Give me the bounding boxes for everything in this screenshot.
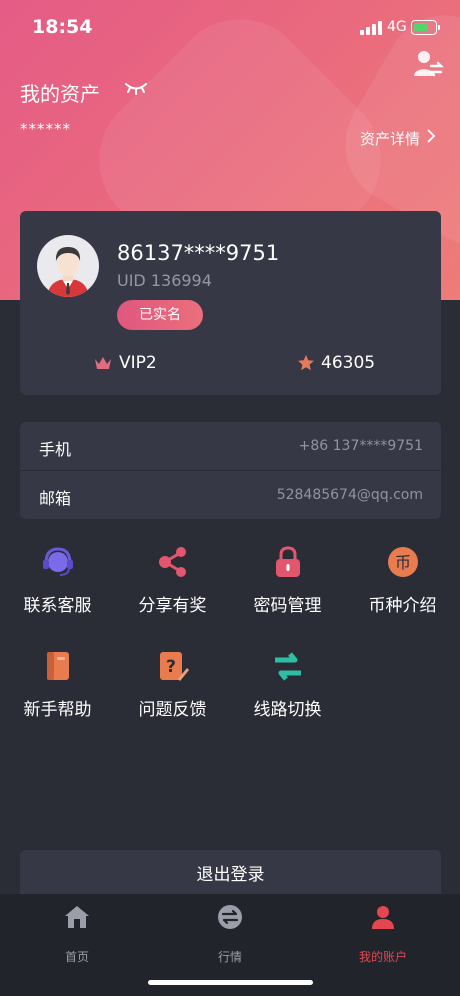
menu-label: 线路切换 bbox=[253, 700, 322, 720]
book-icon bbox=[47, 652, 69, 680]
tab-label: 行情 bbox=[217, 950, 242, 964]
info-value: 528485674@qq.com bbox=[276, 487, 423, 503]
switch-account-icon[interactable] bbox=[412, 48, 444, 80]
battery-icon bbox=[411, 20, 437, 35]
chevron-right-icon bbox=[427, 129, 436, 143]
verified-badge: 已实名 bbox=[117, 300, 203, 330]
info-row-phone[interactable]: 手机 +86 137****9751 bbox=[20, 422, 441, 470]
menu-item-feedback[interactable]: ? 问题反馈 bbox=[115, 649, 230, 739]
network-type: 4G bbox=[387, 19, 407, 35]
tab-my-account[interactable]: 我的账户 bbox=[306, 904, 460, 964]
avatar[interactable] bbox=[37, 235, 99, 297]
exchange-icon bbox=[218, 905, 242, 929]
points-value: 46305 bbox=[321, 353, 376, 373]
page-title: 我的资产 bbox=[20, 82, 100, 106]
menu-item-customer-service[interactable]: 联系客服 bbox=[0, 545, 115, 635]
asset-detail-link[interactable]: 资产详情 bbox=[360, 128, 436, 149]
headset-icon bbox=[43, 547, 73, 576]
asset-detail-label: 资产详情 bbox=[360, 130, 421, 148]
menu-label: 联系客服 bbox=[23, 596, 92, 616]
tab-label: 首页 bbox=[64, 950, 89, 964]
home-indicator bbox=[148, 980, 313, 985]
signal-icon bbox=[360, 21, 382, 35]
hidden-balance: ****** bbox=[20, 120, 71, 138]
menu-item-share-reward[interactable]: 分享有奖 bbox=[115, 545, 230, 635]
battery-cap bbox=[438, 25, 440, 30]
vip-level-label: VIP2 bbox=[119, 353, 157, 373]
svg-text:?: ? bbox=[166, 657, 176, 677]
switch-line-icon bbox=[275, 652, 301, 681]
menu-item-password[interactable]: 密码管理 bbox=[230, 545, 345, 635]
feedback-icon: ? bbox=[160, 652, 189, 681]
menu-label: 新手帮助 bbox=[23, 700, 92, 720]
svg-text:币: 币 bbox=[395, 553, 411, 572]
home-icon bbox=[65, 906, 89, 928]
contact-info-list: 手机 +86 137****9751 邮箱 528485674@qq.com bbox=[20, 422, 441, 519]
info-row-email[interactable]: 邮箱 528485674@qq.com bbox=[20, 471, 441, 519]
menu-label: 问题反馈 bbox=[138, 700, 207, 720]
status-bar: 18:54 4G bbox=[0, 0, 460, 56]
info-label: 手机 bbox=[39, 440, 72, 459]
tab-home[interactable]: 首页 bbox=[0, 904, 154, 964]
status-time: 18:54 bbox=[32, 16, 93, 38]
menu-label: 分享有奖 bbox=[138, 596, 207, 616]
currency-icon: 币 bbox=[388, 547, 418, 577]
account-icon bbox=[372, 906, 394, 929]
account-phone: 86137****9751 bbox=[117, 241, 280, 265]
user-id: UID 136994 bbox=[117, 271, 212, 290]
tab-label: 我的账户 bbox=[358, 950, 407, 964]
info-value: +86 137****9751 bbox=[298, 438, 423, 454]
eye-closed-icon[interactable] bbox=[124, 78, 148, 98]
info-label: 邮箱 bbox=[39, 489, 72, 508]
menu-item-currency-intro[interactable]: 币 币种介绍 bbox=[345, 545, 460, 635]
profile-card: 86137****9751 UID 136994 已实名 VIP2 46305 bbox=[20, 211, 441, 395]
lock-icon bbox=[276, 546, 300, 577]
tab-market[interactable]: 行情 bbox=[153, 904, 307, 964]
menu-item-switch-line[interactable]: 线路切换 bbox=[230, 649, 345, 739]
menu-label: 密码管理 bbox=[253, 596, 322, 616]
menu-label: 币种介绍 bbox=[368, 596, 437, 616]
crown-icon bbox=[95, 357, 111, 369]
star-icon bbox=[298, 355, 314, 371]
share-icon bbox=[159, 547, 186, 577]
logout-button[interactable]: 退出登录 bbox=[20, 850, 441, 900]
menu-item-beginner-help[interactable]: 新手帮助 bbox=[0, 649, 115, 739]
